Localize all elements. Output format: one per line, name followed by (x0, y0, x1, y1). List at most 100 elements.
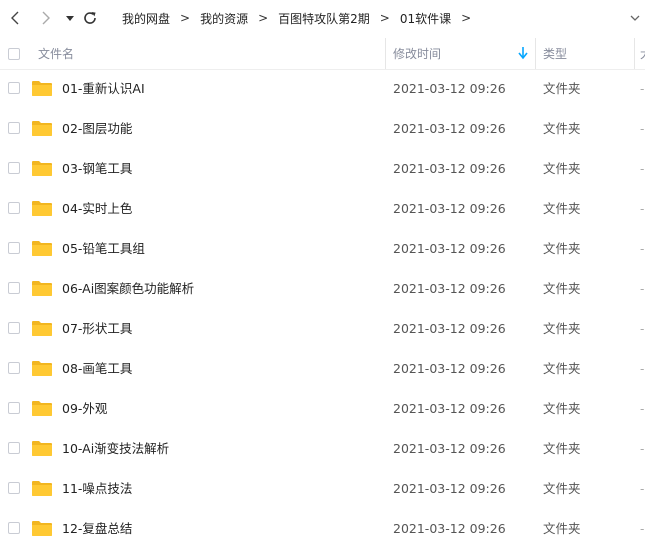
file-name[interactable]: 01-重新认识AI (62, 69, 145, 109)
file-name[interactable]: 07-形状工具 (62, 309, 132, 349)
file-type: 文件夹 (543, 361, 581, 376)
breadcrumb-expand[interactable]: > (461, 11, 471, 25)
file-modified-time: 2021-03-12 09:26 (393, 81, 506, 96)
column-header-size[interactable]: 大 (640, 38, 645, 69)
file-size: - (640, 522, 645, 536)
chevron-down-icon (630, 15, 640, 21)
file-modified-time: 2021-03-12 09:26 (393, 481, 506, 496)
toolbar: 我的网盘 > 我的资源 > 百图特攻队第2期 > 01软件课 > (0, 0, 645, 36)
table-row[interactable]: 11-噪点技法 2021-03-12 09:26 文件夹 - (0, 469, 645, 509)
row-checkbox[interactable] (8, 442, 20, 454)
file-modified-time: 2021-03-12 09:26 (393, 121, 506, 136)
history-dropdown-button[interactable] (60, 8, 80, 28)
folder-icon (32, 121, 52, 136)
table-row[interactable]: 02-图层功能 2021-03-12 09:26 文件夹 - (0, 109, 645, 149)
file-name[interactable]: 09-外观 (62, 389, 107, 429)
folder-icon (32, 281, 52, 296)
file-type: 文件夹 (543, 241, 581, 256)
folder-icon (32, 521, 52, 536)
table-header: 文件名 修改时间 类型 大 (0, 38, 645, 70)
row-checkbox[interactable] (8, 242, 20, 254)
file-name[interactable]: 12-复盘总结 (62, 509, 132, 549)
folder-icon (32, 81, 52, 96)
column-divider[interactable] (535, 38, 536, 69)
folder-icon (32, 161, 52, 176)
chevron-left-icon (11, 11, 19, 25)
file-type: 文件夹 (543, 81, 581, 96)
column-header-name[interactable]: 文件名 (38, 38, 74, 69)
folder-icon (32, 361, 52, 376)
row-checkbox[interactable] (8, 82, 20, 94)
file-size: - (640, 82, 645, 96)
row-checkbox[interactable] (8, 162, 20, 174)
file-size: - (640, 322, 645, 336)
file-name[interactable]: 05-铅笔工具组 (62, 229, 145, 269)
row-checkbox[interactable] (8, 322, 20, 334)
file-type: 文件夹 (543, 161, 581, 176)
row-checkbox[interactable] (8, 282, 20, 294)
file-name[interactable]: 03-钢笔工具 (62, 149, 132, 189)
column-header-type[interactable]: 类型 (543, 38, 567, 69)
chevron-right-icon (42, 11, 50, 25)
breadcrumb-item-my-drive[interactable]: 我的网盘 (122, 10, 170, 27)
back-button[interactable] (6, 8, 26, 28)
file-name[interactable]: 02-图层功能 (62, 109, 132, 149)
refresh-icon (84, 12, 96, 24)
file-type: 文件夹 (543, 281, 581, 296)
row-checkbox[interactable] (8, 482, 20, 494)
column-divider[interactable] (634, 38, 635, 69)
file-size: - (640, 282, 645, 296)
table-row[interactable]: 07-形状工具 2021-03-12 09:26 文件夹 - (0, 309, 645, 349)
file-name[interactable]: 11-噪点技法 (62, 469, 132, 509)
folder-icon (32, 241, 52, 256)
breadcrumb-separator: > (379, 11, 390, 25)
file-size: - (640, 162, 645, 176)
table-row[interactable]: 06-Ai图案颜色功能解析 2021-03-12 09:26 文件夹 - (0, 269, 645, 309)
table-row[interactable]: 04-实时上色 2021-03-12 09:26 文件夹 - (0, 189, 645, 229)
table-row[interactable]: 08-画笔工具 2021-03-12 09:26 文件夹 - (0, 349, 645, 389)
breadcrumb-item-current-folder[interactable]: 01软件课 (400, 10, 451, 27)
file-modified-time: 2021-03-12 09:26 (393, 401, 506, 416)
path-dropdown-button[interactable] (628, 8, 642, 28)
row-checkbox[interactable] (8, 202, 20, 214)
column-divider[interactable] (385, 38, 386, 69)
file-type: 文件夹 (543, 401, 581, 416)
breadcrumb-item-my-resources[interactable]: 我的资源 (200, 10, 248, 27)
table-row[interactable]: 10-Ai渐变技法解析 2021-03-12 09:26 文件夹 - (0, 429, 645, 469)
file-modified-time: 2021-03-12 09:26 (393, 321, 506, 336)
file-name[interactable]: 08-画笔工具 (62, 349, 132, 389)
file-size: - (640, 242, 645, 256)
folder-icon (32, 441, 52, 456)
caret-down-icon (66, 16, 74, 21)
folder-icon (32, 321, 52, 336)
row-checkbox[interactable] (8, 522, 20, 534)
file-name[interactable]: 04-实时上色 (62, 189, 132, 229)
table-row[interactable]: 01-重新认识AI 2021-03-12 09:26 文件夹 - (0, 69, 645, 109)
folder-icon (32, 401, 52, 416)
file-modified-time: 2021-03-12 09:26 (393, 361, 506, 376)
row-checkbox[interactable] (8, 362, 20, 374)
file-modified-time: 2021-03-12 09:26 (393, 441, 506, 456)
file-name[interactable]: 10-Ai渐变技法解析 (62, 429, 169, 469)
column-header-modified[interactable]: 修改时间 (393, 38, 441, 69)
folder-icon (32, 481, 52, 496)
file-type: 文件夹 (543, 441, 581, 456)
table-row[interactable]: 09-外观 2021-03-12 09:26 文件夹 - (0, 389, 645, 429)
refresh-button[interactable] (80, 8, 100, 28)
table-row[interactable]: 03-钢笔工具 2021-03-12 09:26 文件夹 - (0, 149, 645, 189)
file-list: 01-重新认识AI 2021-03-12 09:26 文件夹 - 02-图层功能 2021… (0, 69, 645, 549)
file-type: 文件夹 (543, 201, 581, 216)
table-row[interactable]: 05-铅笔工具组 2021-03-12 09:26 文件夹 - (0, 229, 645, 269)
row-checkbox[interactable] (8, 122, 20, 134)
folder-icon (32, 201, 52, 216)
table-row[interactable]: 12-复盘总结 2021-03-12 09:26 文件夹 - (0, 509, 645, 549)
forward-button[interactable] (36, 8, 56, 28)
select-all-checkbox[interactable] (8, 48, 20, 60)
file-type: 文件夹 (543, 121, 581, 136)
arrow-down-icon[interactable] (517, 46, 529, 60)
row-checkbox[interactable] (8, 402, 20, 414)
breadcrumb-item-course[interactable]: 百图特攻队第2期 (278, 10, 370, 27)
file-modified-time: 2021-03-12 09:26 (393, 201, 506, 216)
file-name[interactable]: 06-Ai图案颜色功能解析 (62, 269, 194, 309)
file-modified-time: 2021-03-12 09:26 (393, 281, 506, 296)
